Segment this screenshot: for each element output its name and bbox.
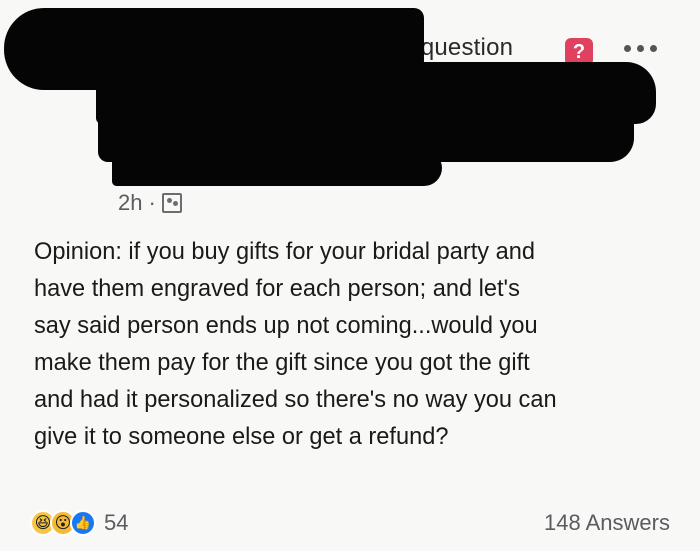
post-footer: 😆 😮 👍 54 148 Answers [30,508,670,538]
post-meta: 2h · [118,190,182,216]
post-text: Opinion: if you buy gifts for your brida… [34,239,557,450]
reactions-summary[interactable]: 😆 😮 👍 54 [30,510,128,536]
post-time[interactable]: 2h [118,190,142,216]
like-icon: 👍 [70,510,96,536]
answers-count-link[interactable]: 148 Answers [544,510,670,536]
question-post: d a question ? 2h · Opinion: if you buy … [0,0,700,551]
redaction-block [112,150,442,186]
reaction-count: 54 [104,510,129,535]
group-audience-icon [161,193,182,213]
meta-separator: · [148,190,156,215]
more-options-icon[interactable] [624,42,664,54]
